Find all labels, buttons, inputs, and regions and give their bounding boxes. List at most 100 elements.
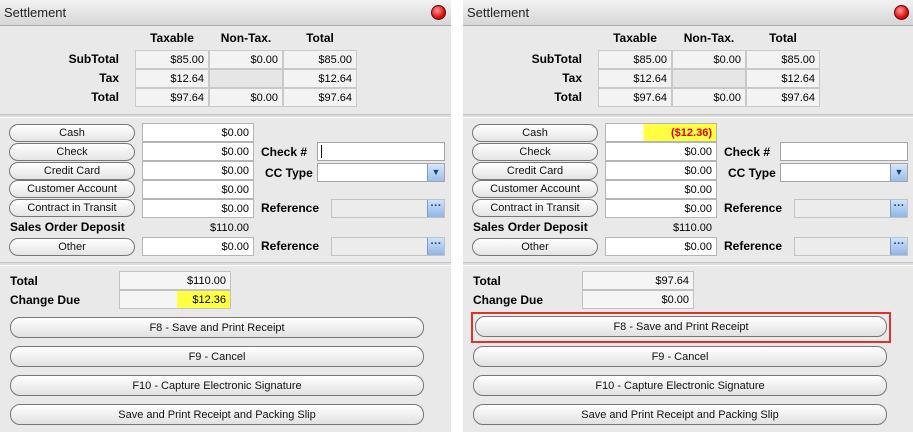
subtotal-nontax: $0.00 xyxy=(672,50,746,69)
check-amount-field[interactable]: $0.00 xyxy=(142,142,254,161)
reference-input[interactable]: ··· xyxy=(794,199,908,218)
contract-in-transit-amount-field[interactable]: $0.00 xyxy=(142,199,254,218)
credit-card-button[interactable]: Credit Card xyxy=(472,162,598,180)
change-due-value: $0.00 xyxy=(582,290,694,309)
settlement-panel-left: Settlement Taxable Non-Tax. Total SubTot… xyxy=(0,0,451,432)
tax-total: $12.64 xyxy=(746,69,820,88)
customer-account-button[interactable]: Customer Account xyxy=(9,180,135,198)
tax-nontax xyxy=(672,69,746,88)
change-due-label: Change Due xyxy=(10,293,81,307)
divider xyxy=(0,114,451,118)
settlement-panel-right: Settlement Taxable Non-Tax. Total SubTot… xyxy=(463,0,913,432)
cancel-button[interactable]: F9 - Cancel xyxy=(10,346,424,367)
cash-button[interactable]: Cash xyxy=(472,124,598,142)
cancel-button[interactable]: F9 - Cancel xyxy=(473,346,887,367)
sales-order-deposit-label: Sales Order Deposit xyxy=(473,220,588,234)
reference-label: Reference xyxy=(261,201,320,215)
reference-label: Reference xyxy=(724,201,783,215)
divider xyxy=(0,262,451,266)
credit-card-amount-field[interactable]: $0.00 xyxy=(605,161,717,180)
summary-total-label: Total xyxy=(10,274,38,288)
column-header-nontax: Non-Tax. xyxy=(683,31,735,45)
reference-input[interactable]: ··· xyxy=(331,199,445,218)
check-number-input[interactable] xyxy=(317,142,445,161)
subtotal-total: $85.00 xyxy=(746,50,820,69)
subtotal-nontax: $0.00 xyxy=(209,50,283,69)
check-number-input[interactable] xyxy=(780,142,908,161)
title-bar: Settlement xyxy=(463,0,913,26)
contract-in-transit-button[interactable]: Contract in Transit xyxy=(9,199,135,217)
column-header-nontax: Non-Tax. xyxy=(220,31,272,45)
save-print-receipt-packing-slip-button[interactable]: Save and Print Receipt and Packing Slip xyxy=(10,404,424,425)
row-label-subtotal: SubTotal xyxy=(68,52,119,66)
check-button[interactable]: Check xyxy=(9,143,135,161)
chevron-down-icon[interactable]: ▼ xyxy=(427,164,444,181)
tax-taxable: $12.64 xyxy=(598,69,672,88)
reference-other-label: Reference xyxy=(261,239,320,253)
reference-other-label: Reference xyxy=(724,239,783,253)
contract-in-transit-amount-field[interactable]: $0.00 xyxy=(605,199,717,218)
row-label-total: Total xyxy=(554,90,582,104)
divider xyxy=(463,114,913,118)
contract-in-transit-button[interactable]: Contract in Transit xyxy=(472,199,598,217)
save-print-receipt-button[interactable]: F8 - Save and Print Receipt xyxy=(10,317,424,338)
sales-order-deposit-label: Sales Order Deposit xyxy=(10,220,125,234)
column-header-total: Total xyxy=(306,31,334,45)
ellipsis-icon[interactable]: ··· xyxy=(427,238,444,255)
total-taxable: $97.64 xyxy=(135,88,209,107)
change-due-value: $12.36 xyxy=(119,290,231,309)
save-print-receipt-button[interactable]: F8 - Save and Print Receipt xyxy=(475,316,887,337)
chevron-down-icon[interactable]: ▼ xyxy=(890,164,907,181)
cash-button[interactable]: Cash xyxy=(9,124,135,142)
other-button[interactable]: Other xyxy=(9,238,135,256)
ellipsis-icon[interactable]: ··· xyxy=(890,238,907,255)
check-button[interactable]: Check xyxy=(472,143,598,161)
cash-amount-field[interactable]: ($12.36) xyxy=(605,123,717,142)
sales-order-deposit-value: $110.00 xyxy=(210,222,249,234)
total-nontax: $0.00 xyxy=(672,88,746,107)
capture-signature-button[interactable]: F10 - Capture Electronic Signature xyxy=(473,375,887,396)
cc-type-select[interactable]: ▼ xyxy=(317,163,445,182)
summary-total-label: Total xyxy=(473,274,501,288)
row-label-tax: Tax xyxy=(562,71,582,85)
tax-total: $12.64 xyxy=(283,69,357,88)
other-amount-field[interactable]: $0.00 xyxy=(605,237,717,256)
save-print-receipt-packing-slip-button[interactable]: Save and Print Receipt and Packing Slip xyxy=(473,404,887,425)
ellipsis-icon[interactable]: ··· xyxy=(890,200,907,217)
summary-total-value: $97.64 xyxy=(582,271,694,290)
close-icon[interactable] xyxy=(431,5,446,20)
cc-type-select[interactable]: ▼ xyxy=(780,163,908,182)
total-taxable: $97.64 xyxy=(598,88,672,107)
column-header-taxable: Taxable xyxy=(613,31,657,45)
customer-account-amount-field[interactable]: $0.00 xyxy=(605,180,717,199)
column-header-total: Total xyxy=(769,31,797,45)
reference-other-input[interactable]: ··· xyxy=(331,237,445,256)
column-header-taxable: Taxable xyxy=(150,31,194,45)
total-nontax: $0.00 xyxy=(209,88,283,107)
cc-type-label: CC Type xyxy=(265,166,313,180)
change-due-label: Change Due xyxy=(473,293,544,307)
text-cursor xyxy=(321,145,322,158)
tax-taxable: $12.64 xyxy=(135,69,209,88)
window-title: Settlement xyxy=(4,5,67,20)
ellipsis-icon[interactable]: ··· xyxy=(427,200,444,217)
other-button[interactable]: Other xyxy=(472,238,598,256)
customer-account-button[interactable]: Customer Account xyxy=(472,180,598,198)
subtotal-total: $85.00 xyxy=(283,50,357,69)
check-number-label: Check # xyxy=(261,145,308,159)
credit-card-amount-field[interactable]: $0.00 xyxy=(142,161,254,180)
subtotal-taxable: $85.00 xyxy=(598,50,672,69)
other-amount-field[interactable]: $0.00 xyxy=(142,237,254,256)
total-total: $97.64 xyxy=(746,88,820,107)
capture-signature-button[interactable]: F10 - Capture Electronic Signature xyxy=(10,375,424,396)
credit-card-button[interactable]: Credit Card xyxy=(9,162,135,180)
divider xyxy=(463,262,913,266)
sales-order-deposit-value: $110.00 xyxy=(673,222,712,234)
customer-account-amount-field[interactable]: $0.00 xyxy=(142,180,254,199)
row-label-subtotal: SubTotal xyxy=(531,52,582,66)
tax-nontax xyxy=(209,69,283,88)
close-icon[interactable] xyxy=(894,5,909,20)
reference-other-input[interactable]: ··· xyxy=(794,237,908,256)
cash-amount-field[interactable]: $0.00 xyxy=(142,123,254,142)
check-amount-field[interactable]: $0.00 xyxy=(605,142,717,161)
